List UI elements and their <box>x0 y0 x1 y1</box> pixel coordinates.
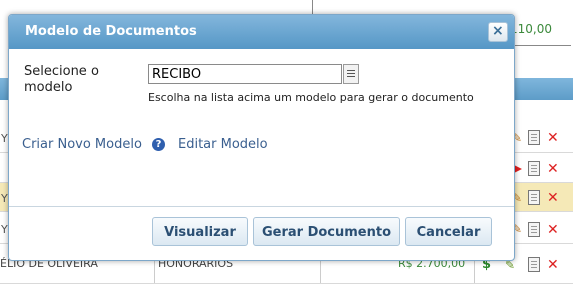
dialog-title: Modelo de Documentos <box>25 24 197 39</box>
document-icon[interactable] <box>528 130 540 145</box>
document-icon[interactable] <box>528 222 540 237</box>
document-model-dialog: Modelo de Documentos × Selecione o model… <box>8 14 515 261</box>
delete-icon[interactable]: ✕ <box>547 162 559 176</box>
generate-document-button[interactable]: Gerar Documento <box>253 217 400 246</box>
list-icon <box>347 70 355 71</box>
cancel-button[interactable]: Cancelar <box>405 217 492 246</box>
document-icon[interactable] <box>528 161 540 176</box>
select-hint: Escolha na lista acima um modelo para ge… <box>148 91 474 104</box>
delete-icon[interactable]: ✕ <box>547 258 559 272</box>
row-cell: Y <box>1 132 8 145</box>
delete-icon[interactable]: ✕ <box>547 131 559 145</box>
model-list-button[interactable] <box>343 64 359 84</box>
close-icon: × <box>492 23 504 39</box>
create-model-link[interactable]: Criar Novo Modelo <box>22 137 142 152</box>
document-icon[interactable] <box>528 257 540 272</box>
row-cell: Y <box>1 223 8 236</box>
document-icon[interactable] <box>528 190 540 205</box>
dialog-titlebar[interactable]: Modelo de Documentos × <box>9 15 514 49</box>
close-button[interactable]: × <box>488 22 508 42</box>
help-icon[interactable]: ? <box>152 138 165 151</box>
preview-button[interactable]: Visualizar <box>152 217 248 246</box>
delete-icon[interactable]: ✕ <box>547 191 559 205</box>
model-select-input[interactable] <box>148 64 342 84</box>
select-model-label: Selecione o modelo <box>24 64 99 95</box>
row-cell: Y <box>1 192 8 205</box>
dialog-divider <box>9 206 514 207</box>
delete-icon[interactable]: ✕ <box>547 223 559 237</box>
summary-value: 110,00 <box>510 22 552 36</box>
edit-model-link[interactable]: Editar Modelo <box>178 137 268 152</box>
